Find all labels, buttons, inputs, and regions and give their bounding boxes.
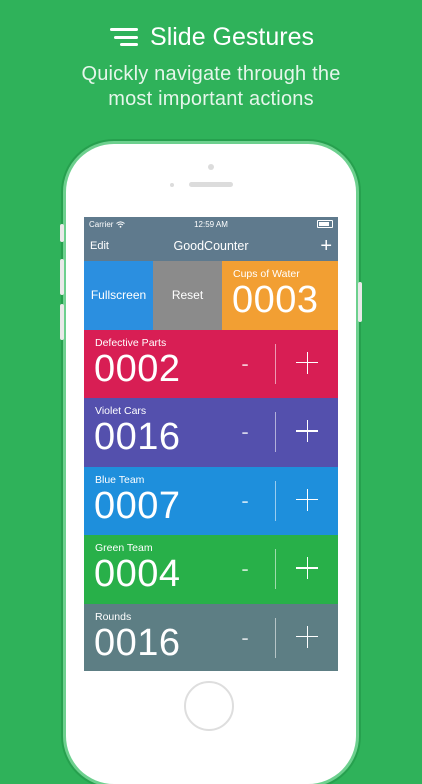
front-camera: [208, 164, 214, 170]
counter-row[interactable]: Blue Team 0007 -: [84, 466, 338, 535]
counter-row[interactable]: Cups of Water 0003: [222, 261, 338, 330]
counter-value: 0002: [94, 347, 181, 390]
volume-up-button: [60, 259, 64, 295]
phone-frame: Carrier 12:59 AM Edit GoodCounter + Full…: [60, 144, 362, 784]
counter-value: 0003: [232, 279, 319, 321]
increment-button[interactable]: [289, 340, 325, 386]
earpiece-speaker: [189, 182, 233, 187]
promo-subtitle-line2: most important actions: [108, 88, 314, 110]
app-screen: Carrier 12:59 AM Edit GoodCounter + Full…: [84, 217, 338, 671]
divider: [275, 480, 276, 521]
increment-button[interactable]: [289, 614, 325, 660]
counter-row[interactable]: Violet Cars 0016 -: [84, 398, 338, 467]
divider: [275, 617, 276, 658]
decrement-button[interactable]: -: [234, 412, 256, 452]
nav-title: GoodCounter: [173, 239, 249, 253]
promo-title-text: Slide Gestures: [150, 22, 314, 51]
increment-button[interactable]: [289, 545, 325, 591]
decrement-button[interactable]: -: [234, 618, 256, 658]
decrement-button[interactable]: -: [234, 344, 256, 384]
silent-switch: [60, 224, 64, 242]
promo-title: Slide Gestures: [0, 20, 422, 54]
add-counter-button[interactable]: +: [320, 236, 332, 256]
counter-row[interactable]: Defective Parts 0002 -: [84, 329, 338, 398]
proximity-sensor: [170, 183, 174, 187]
divider: [275, 412, 276, 452]
menu-lines-icon: [108, 27, 139, 47]
home-button[interactable]: [184, 681, 234, 731]
decrement-button[interactable]: -: [234, 481, 256, 521]
edit-button[interactable]: Edit: [90, 240, 109, 252]
increment-button[interactable]: [289, 408, 325, 454]
fullscreen-button[interactable]: Fullscreen: [84, 261, 153, 330]
volume-down-button: [60, 304, 64, 340]
divider: [275, 549, 276, 589]
counter-value: 0004: [94, 553, 181, 595]
divider: [275, 343, 276, 384]
promo-subtitle-line1: Quickly navigate through the: [81, 63, 341, 85]
increment-button[interactable]: [289, 477, 325, 523]
counter-row[interactable]: Green Team 0004 -: [84, 535, 338, 604]
nav-bar: Edit GoodCounter +: [84, 231, 338, 261]
promo-subtitle: Quickly navigate through the most import…: [0, 62, 422, 112]
counter-value: 0016: [94, 416, 181, 458]
battery-icon: [317, 220, 333, 228]
status-bar: Carrier 12:59 AM: [84, 217, 338, 231]
counter-row[interactable]: Rounds 0016 -: [84, 603, 338, 671]
counter-row-swiped: Fullscreen Reset Cups of Water 0003: [84, 261, 338, 330]
decrement-button[interactable]: -: [234, 549, 256, 589]
counter-value: 0007: [94, 484, 181, 527]
status-time: 12:59 AM: [194, 219, 228, 229]
reset-button[interactable]: Reset: [153, 261, 222, 330]
counter-value: 0016: [94, 621, 181, 664]
power-button: [358, 282, 362, 322]
